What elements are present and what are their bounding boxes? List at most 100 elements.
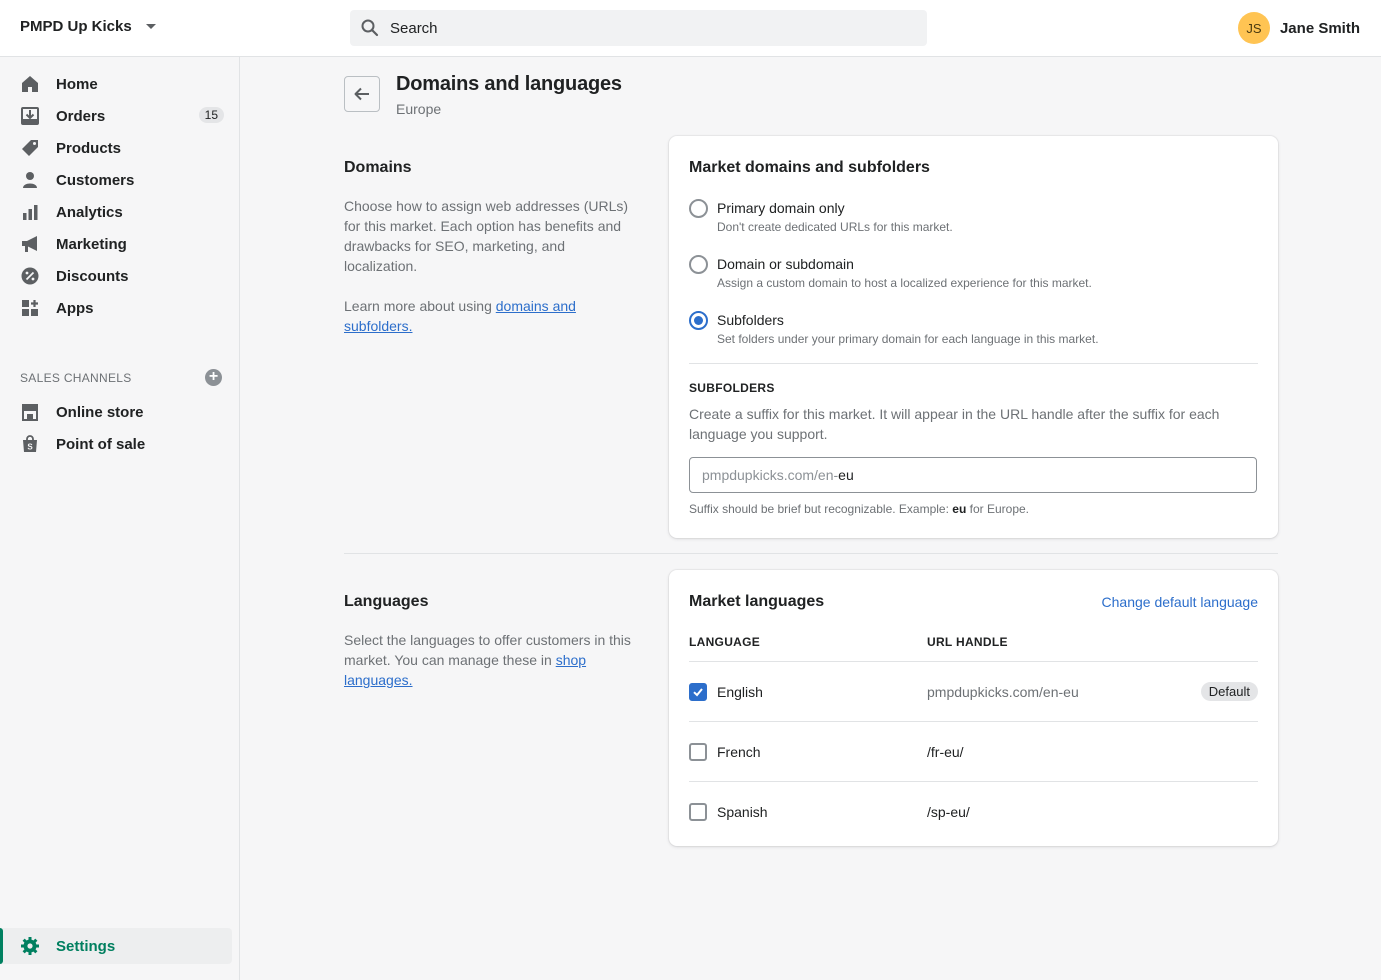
orders-icon [20, 106, 40, 126]
subfolders-description: Create a suffix for this market. It will… [689, 406, 1220, 442]
sidebar-item-discounts[interactable]: Discounts [0, 260, 240, 292]
market-domains-card: Market domains and subfolders Primary do… [669, 136, 1278, 538]
apps-icon [20, 298, 40, 318]
orders-count-badge: 15 [198, 107, 224, 123]
radio-subfolders[interactable]: Subfolders Set folders under your primar… [689, 310, 1099, 348]
sidebar-item-label: Settings [56, 937, 116, 955]
chevron-down-icon [145, 24, 156, 29]
sidebar-item-point-of-sale[interactable]: S Point of sale [0, 428, 240, 460]
sidebar-item-marketing[interactable]: Marketing [0, 228, 240, 260]
input-value: eu [838, 467, 854, 483]
search-bar[interactable]: Search [350, 10, 927, 46]
language-name: English [717, 683, 763, 700]
megaphone-icon [20, 234, 40, 254]
radio-label: Domain or subdomain [717, 256, 854, 272]
radio-help-text: Don't create dedicated URLs for this mar… [717, 220, 953, 234]
user-menu[interactable]: JS Jane Smith [1237, 12, 1360, 44]
gear-icon [20, 936, 40, 956]
store-name: PMPD Up Kicks [20, 18, 132, 35]
radio-label: Subfolders [717, 312, 784, 328]
sidebar-item-apps[interactable]: Apps [0, 292, 240, 324]
sidebar-item-orders[interactable]: Orders 15 [0, 100, 240, 132]
top-bar: PMPD Up Kicks Search JS Jane Smith [0, 0, 1381, 57]
radio-domain-subdomain[interactable]: Domain or subdomain Assign a custom doma… [689, 254, 1092, 292]
checkmark-icon [693, 687, 703, 696]
sidebar-item-label: Products [56, 139, 122, 157]
radio-primary-domain[interactable]: Primary domain only Don't create dedicat… [689, 198, 953, 236]
domains-section-description: Choose how to assign web addresses (URLs… [344, 198, 629, 274]
input-prefix: pmpdupkicks.com/en- [702, 467, 839, 483]
section-divider [344, 553, 1278, 554]
sidebar-item-label: Point of sale [56, 435, 146, 453]
sidebar-item-label: Discounts [56, 267, 129, 285]
change-default-language-link[interactable]: Change default language [1102, 594, 1258, 610]
market-domains-title: Market domains and subfolders [689, 159, 930, 176]
url-handle: /sp-eu/ [927, 803, 970, 820]
home-icon [20, 74, 40, 94]
radio-button[interactable] [689, 255, 708, 274]
shopping-bag-icon: S [20, 434, 40, 454]
english-checkbox[interactable] [689, 682, 707, 701]
table-row: English pmpdupkicks.com/en-eu Default [689, 661, 1258, 721]
table-row: Spanish /sp-eu/ [689, 781, 1258, 841]
languages-section-description: Select the languages to offer customers … [344, 630, 634, 690]
table-row: French /fr-eu/ [689, 721, 1258, 781]
spanish-checkbox[interactable] [689, 802, 707, 821]
radio-label: Primary domain only [717, 200, 845, 216]
store-icon [20, 402, 40, 422]
avatar: JS [1237, 12, 1270, 44]
sidebar-item-label: Analytics [56, 203, 123, 221]
sidebar-item-settings[interactable]: Settings [0, 928, 232, 964]
bar-chart-icon [20, 202, 40, 222]
sidebar-item-customers[interactable]: Customers [0, 164, 240, 196]
sidebar-item-home[interactable]: Home [0, 68, 240, 100]
person-icon [20, 170, 40, 190]
suffix-hint: Suffix should be brief but recognizable.… [689, 502, 1029, 516]
sidebar-item-label: Online store [56, 403, 144, 421]
radio-button[interactable] [689, 199, 708, 218]
tag-icon [20, 138, 40, 158]
column-header-language: LANGUAGE [689, 635, 761, 649]
language-name: Spanish [717, 803, 768, 820]
sidebar-item-label: Customers [56, 171, 135, 189]
search-placeholder: Search [390, 19, 438, 37]
hint-prefix: Suffix should be brief but recognizable.… [689, 502, 953, 516]
search-icon [361, 19, 379, 37]
user-name: Jane Smith [1279, 19, 1360, 37]
radio-button-selected[interactable] [689, 311, 708, 330]
sidebar-item-online-store[interactable]: Online store [0, 396, 240, 428]
sidebar: Home Orders 15 Products Customers Analyt… [0, 57, 240, 980]
svg-text:S: S [27, 443, 33, 452]
french-checkbox[interactable] [689, 742, 707, 761]
domains-learn-more: Learn more about using domains and subfo… [344, 296, 634, 336]
languages-desc-text: Select the languages to offer customers … [344, 632, 631, 668]
hint-suffix: for Europe. [966, 502, 1029, 516]
market-languages-title: Market languages [689, 593, 825, 610]
hint-example: eu [952, 502, 967, 516]
store-switcher[interactable]: PMPD Up Kicks [20, 18, 156, 35]
discount-icon [20, 266, 40, 286]
default-badge: Default [1200, 682, 1258, 701]
sidebar-item-analytics[interactable]: Analytics [0, 196, 240, 228]
sidebar-item-label: Orders [56, 107, 106, 125]
back-button[interactable] [344, 76, 380, 112]
domains-section-title: Domains [344, 159, 412, 176]
sales-channels-heading: SALES CHANNELS [20, 371, 132, 385]
page-title: Domains and languages [396, 73, 622, 95]
column-header-url-handle: URL HANDLE [927, 635, 1008, 649]
languages-section-title: Languages [344, 593, 429, 610]
sidebar-item-label: Marketing [56, 235, 127, 253]
add-sales-channel-icon[interactable]: + [205, 369, 222, 386]
arrow-left-icon [354, 87, 369, 101]
market-languages-card: Market languages Change default language… [669, 570, 1278, 846]
subfolder-suffix-input[interactable]: pmpdupkicks.com/en-eu [689, 457, 1257, 493]
url-handle: pmpdupkicks.com/en-eu [927, 683, 1079, 700]
radio-help-text: Assign a custom domain to host a localiz… [717, 276, 1092, 290]
url-handle: /fr-eu/ [927, 743, 964, 760]
radio-help-text: Set folders under your primary domain fo… [717, 332, 1099, 346]
sidebar-item-products[interactable]: Products [0, 132, 240, 164]
page-subtitle: Europe [396, 101, 442, 117]
subfolders-heading: SUBFOLDERS [689, 381, 775, 395]
language-name: French [717, 743, 761, 760]
divider [689, 363, 1258, 364]
